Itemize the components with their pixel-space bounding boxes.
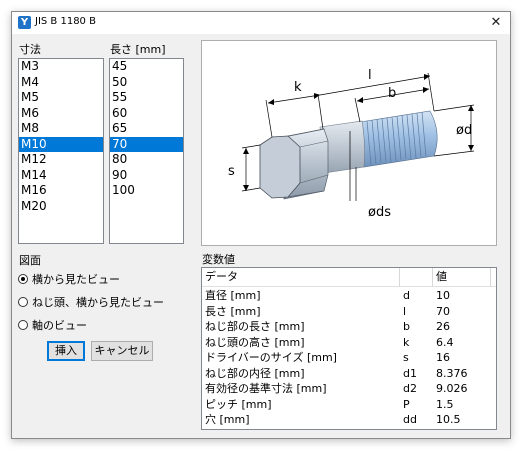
cell-data: 穴 [mm] <box>205 413 250 426</box>
cell-data: ドライバーのサイズ [mm] <box>205 351 337 364</box>
cell-symbol: k <box>403 335 410 349</box>
table-row[interactable]: 有効径の基準寸法 [mm] d2 9.026 <box>202 381 496 397</box>
list-item[interactable]: M16 <box>19 183 103 199</box>
list-item[interactable]: M8 <box>19 121 103 137</box>
table-header: データ 値 <box>202 268 496 287</box>
radio-axis-view-label: 軸のビュー <box>32 319 87 332</box>
bolt-head <box>259 128 329 200</box>
cell-value: 1.5 <box>436 397 454 411</box>
cell-symbol: d <box>403 289 410 302</box>
header-symbol[interactable] <box>400 268 433 286</box>
table-row[interactable]: ドライバーのサイズ [mm] s 16 <box>202 350 496 366</box>
label-s: s <box>228 164 235 179</box>
list-item[interactable]: 60 <box>110 106 183 122</box>
sizes-label: 寸法 <box>19 43 41 56</box>
bolt-diagram: k l b ød s øds <box>228 68 475 220</box>
cell-data: 長さ [mm] <box>205 304 261 318</box>
list-item[interactable]: 65 <box>110 121 183 137</box>
list-item[interactable]: M14 <box>19 168 103 184</box>
table-row[interactable]: ピッチ [mm] P 1.5 <box>202 397 496 413</box>
list-item[interactable]: 45 <box>110 59 183 75</box>
view-label: 図面 <box>19 254 41 267</box>
cell-value: 6.4 <box>436 335 454 349</box>
size-listbox[interactable]: M3 M4 M5 M6 M8 M10 M12 M14 M16 M20 <box>18 58 104 244</box>
list-item[interactable]: M20 <box>19 199 103 215</box>
cell-symbol: P <box>403 397 410 411</box>
label-ds: øds <box>368 205 391 220</box>
cell-symbol: s <box>403 351 409 364</box>
window-title: JIS B 1180 B <box>35 16 96 27</box>
label-l: l <box>368 68 372 83</box>
radio-axis-view-indicator[interactable] <box>18 320 28 330</box>
list-item[interactable]: 80 <box>110 152 183 168</box>
close-icon[interactable]: ✕ <box>482 12 510 34</box>
title-bar: Y JIS B 1180 B ✕ <box>12 12 510 34</box>
cell-value: 10.5 <box>436 413 461 426</box>
list-item[interactable]: 55 <box>110 90 183 106</box>
cell-value: 8.376 <box>436 366 468 380</box>
cell-data: ピッチ [mm] <box>205 397 272 411</box>
label-d: ød <box>456 123 472 138</box>
cell-symbol: d1 <box>403 366 417 380</box>
cell-data: 有効径の基準寸法 [mm] <box>205 382 327 395</box>
list-item[interactable]: M5 <box>19 90 103 106</box>
length-listbox[interactable]: 45 50 55 60 65 70 80 90 100 <box>109 58 184 244</box>
cell-value: 70 <box>436 304 450 318</box>
cell-data: ねじ部の内径 [mm] <box>205 366 305 380</box>
list-item[interactable]: 90 <box>110 168 183 184</box>
cell-symbol: dd <box>403 413 417 426</box>
table-row[interactable]: 長さ [mm] l 70 <box>202 304 496 320</box>
label-b: b <box>388 86 396 101</box>
cell-symbol: d2 <box>403 382 417 395</box>
cell-data: ねじ頭の高さ [mm] <box>205 335 305 349</box>
table-row[interactable]: ねじ部の内径 [mm] d1 8.376 <box>202 366 496 382</box>
cell-value: 16 <box>436 351 450 364</box>
list-item[interactable]: M10 <box>19 136 103 152</box>
list-item[interactable]: 100 <box>110 183 183 199</box>
list-item[interactable]: M6 <box>19 106 103 122</box>
list-item[interactable]: M4 <box>19 75 103 91</box>
radio-side-view-indicator[interactable] <box>18 274 28 284</box>
insert-button[interactable]: 挿入 <box>47 341 85 361</box>
cell-symbol: b <box>403 320 410 333</box>
bolt-thread <box>359 110 438 168</box>
cell-value: 26 <box>436 320 450 333</box>
dialog-window: Y JIS B 1180 B ✕ 寸法 長さ [mm] M3 M4 M5 M6 M8 M1… <box>11 11 511 439</box>
cancel-button[interactable]: キャンセル <box>91 341 153 361</box>
table-row[interactable]: ねじ頭の高さ [mm] k 6.4 <box>202 335 496 351</box>
app-icon: Y <box>18 16 31 29</box>
radio-side-view[interactable]: 横から見たビュー <box>18 271 120 287</box>
cell-data: ねじ部の長さ [mm] <box>205 320 305 333</box>
lengths-label: 長さ [mm] <box>110 43 166 56</box>
radio-head-side-view[interactable]: ねじ頭、横から見たビュー <box>18 294 164 310</box>
list-item[interactable]: M3 <box>19 59 103 75</box>
radio-head-side-view-label: ねじ頭、横から見たビュー <box>32 296 164 309</box>
header-data[interactable]: データ <box>202 268 400 286</box>
list-item[interactable]: 50 <box>110 75 183 91</box>
table-row[interactable]: ねじ部の長さ [mm] b 26 <box>202 319 496 335</box>
radio-head-side-view-indicator[interactable] <box>18 297 28 307</box>
table-row[interactable]: 穴 [mm] dd 10.5 <box>202 412 496 428</box>
cell-value: 9.026 <box>436 382 468 395</box>
variables-table[interactable]: データ 値 直径 [mm] d 10 長さ [mm] l 70 ねじ部の長さ [mm] b 26… <box>201 267 497 430</box>
bolt-preview: k l b ød s øds <box>201 40 497 246</box>
header-value[interactable]: 値 <box>433 268 491 286</box>
radio-axis-view[interactable]: 軸のビュー <box>18 317 87 333</box>
label-k: k <box>294 80 302 95</box>
radio-side-view-label: 横から見たビュー <box>32 273 120 286</box>
cell-data: 直径 [mm] <box>205 289 261 302</box>
list-item[interactable]: 70 <box>110 136 183 152</box>
cell-value: 10 <box>436 289 450 302</box>
list-item[interactable]: M12 <box>19 152 103 168</box>
table-row[interactable]: 直径 [mm] d 10 <box>202 288 496 304</box>
cell-symbol: l <box>403 304 407 318</box>
variables-label: 変数値 <box>202 253 235 266</box>
